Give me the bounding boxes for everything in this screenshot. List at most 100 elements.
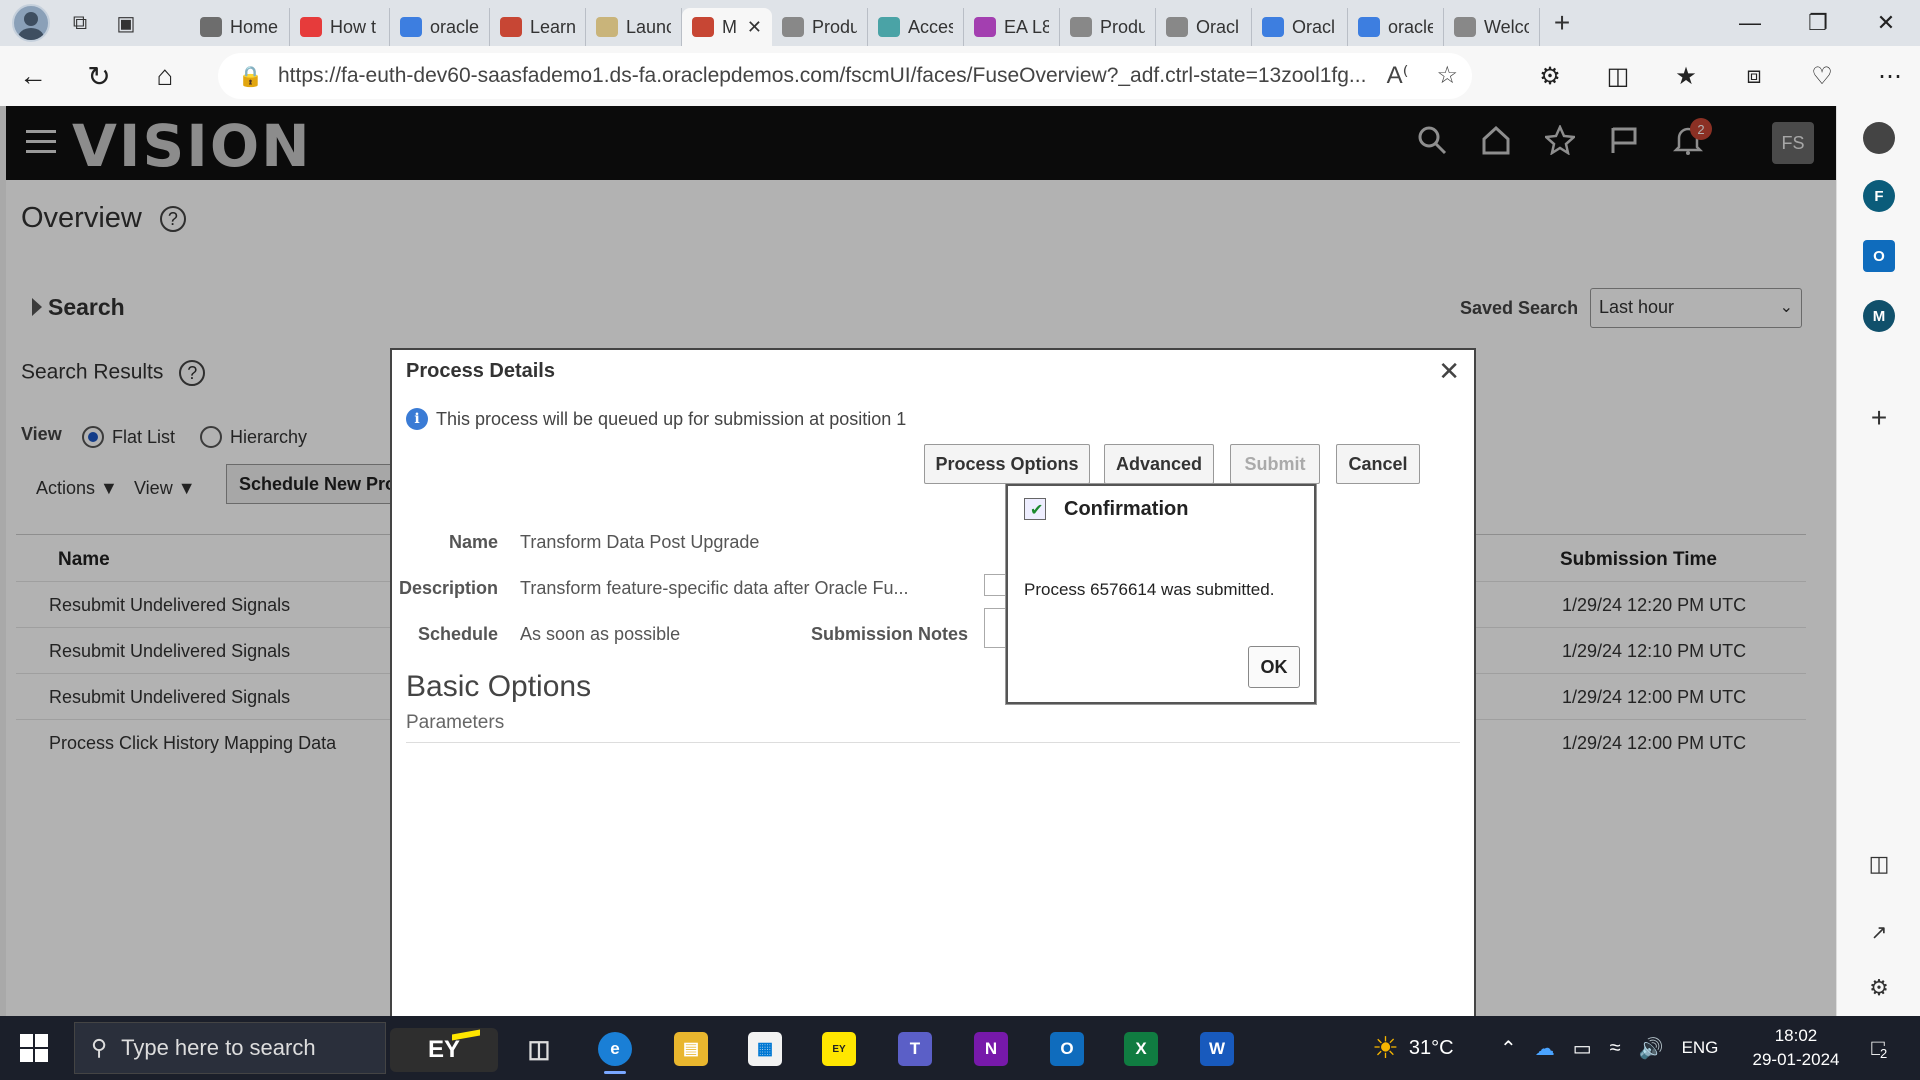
home-icon[interactable]: ⌂ [132,46,198,106]
browser-tab[interactable]: Produ [772,8,868,46]
new-tab-button[interactable]: + [1540,4,1584,42]
schedule-value: As soon as possible [520,624,681,644]
close-icon[interactable]: ✕ [1438,356,1460,387]
outlook-icon[interactable]: O [1863,240,1895,272]
cancel-button[interactable]: Cancel [1336,444,1420,484]
name-label: Name [448,532,498,552]
browser-tab[interactable]: Launc [586,8,682,46]
read-aloud-icon[interactable]: A⁽ [1387,61,1409,90]
hide-sidebar-icon[interactable]: ◫ [1863,848,1895,880]
browser-tab[interactable]: Produ [1060,8,1156,46]
split-screen-icon[interactable]: ◫ [1584,46,1652,106]
show-hidden-icons-chevron-icon[interactable]: ⌃ [1500,1036,1517,1061]
confirmation-dialog: Confirmation Process 6576614 was submitt… [1006,484,1316,704]
collections-icon[interactable]: ⧈ [1720,46,1788,106]
tab-label: Acces [908,16,953,37]
browser-tab[interactable]: Welco [1444,8,1540,46]
browser-tab[interactable]: Acces [868,8,964,46]
tab-favicon-icon [1070,17,1092,37]
tab-favicon-icon [300,17,322,37]
taskbar-search-box[interactable]: ⚲ Type here to search [74,1022,386,1074]
open-external-icon[interactable]: ↗ [1863,916,1895,948]
tab-label: Learn [530,16,575,37]
option-checkbox[interactable] [984,574,1006,596]
browser-tab[interactable]: Oracl [1252,8,1348,46]
info-text: This process will be queued up for submi… [436,408,907,429]
tab-favicon-icon [200,17,222,37]
close-window-icon[interactable]: ✕ [1852,0,1920,46]
refresh-icon[interactable]: ↻ [66,46,132,106]
tab-actions-icon[interactable]: ▣ [110,7,142,39]
weather-sun-icon: ☀ [1372,1031,1399,1065]
microsoft-store-icon[interactable]: ▦ [736,1024,794,1074]
weather-widget[interactable]: ☀ 31°C [1372,1016,1454,1080]
ey-app-icon[interactable]: EY [390,1028,498,1072]
edge-browser-icon[interactable]: e [586,1024,644,1074]
url-text[interactable]: https://fa-euth-dev60-saasfademo1.ds-fa.… [278,64,1378,88]
favorites-icon[interactable]: ★ [1652,46,1720,106]
language-indicator[interactable]: ENG [1682,1038,1719,1058]
onenote-icon[interactable]: N [962,1024,1020,1074]
sidebar-app-m-icon[interactable]: M [1863,300,1895,332]
file-explorer-icon[interactable]: ▤ [662,1024,720,1074]
browser-tab[interactable]: How t [290,8,390,46]
ok-button[interactable]: OK [1248,646,1300,688]
tab-favicon-icon [1262,17,1284,37]
wifi-icon[interactable]: ≈ [1610,1037,1621,1060]
browser-tab[interactable]: M ✕ [682,8,772,46]
tab-favicon-icon [1166,17,1188,37]
sidebar-app-f-icon[interactable]: F [1863,180,1895,212]
windows-start-icon[interactable] [20,1034,48,1062]
add-sidebar-app-icon[interactable]: + [1863,402,1895,434]
browser-tab[interactable]: Home [190,8,290,46]
tab-favicon-icon [878,17,900,37]
minimize-icon[interactable]: — [1716,0,1784,46]
sidebar-app-dark-icon[interactable] [1863,122,1895,154]
tab-favicon-icon [596,17,618,37]
extensions-icon[interactable]: ⚙ [1516,46,1584,106]
dialog-title: Process Details [406,360,555,382]
browser-tab[interactable]: oracle [390,8,490,46]
advanced-button[interactable]: Advanced [1104,444,1214,484]
browser-tab[interactable]: Learn [490,8,586,46]
tab-favicon-icon [782,17,804,37]
volume-icon[interactable]: 🔊 [1639,1036,1664,1061]
restore-icon[interactable]: ❐ [1784,0,1852,46]
back-icon[interactable]: ← [0,46,66,106]
taskbar-search-placeholder: Type here to search [121,1035,316,1060]
description-value: Transform feature-specific data after Or… [520,578,909,598]
tab-label: Produ [1100,16,1145,37]
confirmation-check-icon [1024,498,1046,520]
notification-center-icon[interactable]: □ 2 [1858,1030,1898,1066]
tab-label: Oracl [1196,16,1240,37]
browser-essentials-icon[interactable]: ♡ [1788,46,1856,106]
teams-icon[interactable]: T [886,1024,944,1074]
settings-gear-icon[interactable]: ⚙ [1863,972,1895,1004]
lock-icon[interactable]: 🔒 [238,64,278,89]
tab-favicon-icon [400,17,422,37]
excel-icon[interactable]: X [1112,1024,1170,1074]
submit-button[interactable]: Submit [1230,444,1320,484]
browser-profile-avatar[interactable] [12,4,50,42]
browser-tab[interactable]: oracle [1348,8,1444,46]
browser-tabs: Home How t oracle Learn Launc M ✕ Produ Acces EA … [190,0,1540,46]
address-bar[interactable]: 🔒 https://fa-euth-dev60-saasfademo1.ds-f… [218,53,1472,99]
tab-label: How t [330,16,377,37]
search-icon: ⚲ [91,1035,108,1060]
system-clock[interactable]: 18:02 29-01-2024 [1740,1024,1852,1072]
ey-discover-icon[interactable]: EY [810,1024,868,1074]
browser-tab[interactable]: Oracl [1156,8,1252,46]
workspaces-icon[interactable]: ⧉ [64,7,96,39]
tab-label: Oracl [1292,16,1336,37]
browser-tab[interactable]: EA L8 [964,8,1060,46]
outlook-app-icon[interactable]: O [1038,1024,1096,1074]
favorite-star-icon[interactable]: ☆ [1436,61,1458,90]
more-options-icon[interactable]: ⋯ [1856,46,1920,106]
onedrive-cloud-icon[interactable]: ☁ [1535,1036,1555,1061]
close-tab-icon[interactable]: ✕ [747,17,762,38]
info-message: i This process will be queued up for sub… [406,408,906,430]
process-options-button[interactable]: Process Options [924,444,1090,484]
battery-icon[interactable]: ▭ [1573,1036,1592,1061]
word-icon[interactable]: W [1188,1024,1246,1074]
task-view-icon[interactable]: ◫ [510,1024,568,1074]
